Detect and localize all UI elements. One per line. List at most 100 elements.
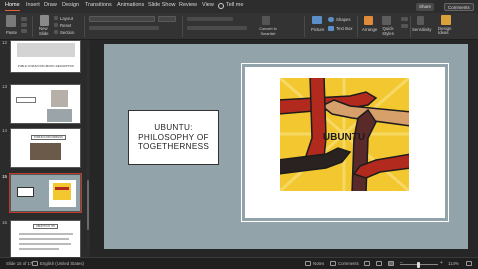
- thumbnail-photo: [51, 90, 68, 107]
- copy-icon[interactable]: [21, 23, 27, 27]
- thumbnail-text: FORUM FOR FINDINGS: [31, 135, 66, 140]
- quick-styles-icon[interactable]: [382, 16, 391, 25]
- font-name-field[interactable]: [89, 16, 155, 22]
- thumbnail-number: 16: [2, 220, 8, 225]
- font-size-field[interactable]: [158, 16, 176, 22]
- thumbnail-picture: [53, 183, 71, 200]
- ribbon-separator: [410, 16, 411, 37]
- ribbon-separator: [32, 16, 33, 37]
- sensitivity-icon[interactable]: [417, 16, 424, 25]
- design-ideas-label[interactable]: Design Ideas: [438, 26, 454, 36]
- comments-button[interactable]: Comments: [444, 3, 474, 11]
- convert-smartart-label[interactable]: Convert to SmartArt: [255, 27, 281, 36]
- thumbnail-text-line: [19, 248, 59, 250]
- tab-transitions[interactable]: Transitions: [85, 2, 112, 8]
- slide-thumbnail-12[interactable]: PUBLIC FORUM FOR UBUNTU DESCRIPTION: [10, 40, 81, 73]
- thumbnail-picture: [55, 187, 69, 190]
- tab-insert[interactable]: Insert: [26, 2, 40, 8]
- cut-icon[interactable]: [21, 17, 27, 21]
- slide-thumbnail-16[interactable]: UBUNTU IN ITS: [10, 220, 81, 257]
- thumbnail-title-box: [17, 187, 34, 197]
- zoom-slider-knob[interactable]: [417, 261, 420, 268]
- slide-title-box[interactable]: UBUNTU: PHILOSOPHY OF TOGETHERNESS: [128, 110, 219, 165]
- slide-thumbnail-14[interactable]: FORUM FOR FINDINGS: [10, 128, 81, 168]
- share-button[interactable]: Share: [416, 3, 435, 11]
- ribbon-separator: [182, 16, 183, 37]
- picture-label[interactable]: Picture: [311, 27, 324, 32]
- thumbnail-photo: [30, 143, 61, 160]
- section-label[interactable]: Section: [60, 30, 74, 35]
- image-text-ubuntu: UBUNTU: [323, 132, 365, 143]
- format-painter-icon[interactable]: [21, 29, 27, 33]
- list-buttons[interactable]: [187, 17, 233, 21]
- fit-to-window-icon[interactable]: [466, 261, 472, 266]
- thumbnail-number: 13: [2, 84, 8, 89]
- new-slide-icon[interactable]: [40, 15, 49, 26]
- language-indicator[interactable]: English (United States): [40, 261, 84, 266]
- tell-me-search[interactable]: Tell me: [226, 2, 243, 8]
- layout-label[interactable]: Layout: [60, 16, 73, 21]
- text-box-icon[interactable]: [328, 26, 334, 31]
- thumbnail-text-line: [19, 243, 71, 245]
- shapes-icon[interactable]: [328, 17, 334, 22]
- status-bar: Slide 15 of 17 English (United States) N…: [0, 257, 478, 269]
- tab-slide-show[interactable]: Slide Show: [148, 2, 176, 8]
- spelling-icon[interactable]: [32, 261, 38, 266]
- arrange-label[interactable]: Arrange: [362, 27, 377, 32]
- picture-icon[interactable]: [312, 16, 322, 24]
- thumbnail-text-line: [19, 233, 73, 235]
- slide-title: UBUNTU: PHILOSOPHY OF TOGETHERNESS: [137, 123, 210, 152]
- arrange-icon[interactable]: [364, 16, 373, 25]
- thumbnail-textbox: [16, 97, 36, 103]
- tab-review[interactable]: Review: [179, 2, 197, 8]
- new-slide-label: New Slide: [39, 26, 49, 36]
- slide-sorter-icon[interactable]: [376, 261, 382, 266]
- paste-icon[interactable]: [6, 15, 16, 27]
- thumbnail-number: 12: [2, 40, 8, 45]
- tab-animations[interactable]: Animations: [117, 2, 144, 8]
- thumbnail-text: UBUNTU IN ITS: [33, 224, 58, 229]
- shape-outline-icon[interactable]: [401, 24, 408, 28]
- reading-view-icon[interactable]: [388, 261, 394, 266]
- tab-design[interactable]: Design: [62, 2, 79, 8]
- shape-fill-icon[interactable]: [401, 17, 408, 21]
- thumbnail-number: 14: [2, 128, 8, 133]
- slide-thumbnail-13[interactable]: [10, 84, 81, 124]
- comments-icon[interactable]: [330, 261, 336, 266]
- tab-home[interactable]: Home: [5, 2, 20, 11]
- notes-icon[interactable]: [305, 261, 311, 266]
- text-box-label[interactable]: Text Box: [336, 26, 352, 31]
- font-format-buttons[interactable]: [89, 26, 159, 30]
- sensitivity-label[interactable]: Sensitivity: [412, 27, 431, 32]
- thumbnail-number: 15: [2, 174, 8, 179]
- thumbnail-image: [17, 43, 75, 57]
- tab-view[interactable]: View: [202, 2, 214, 8]
- reset-icon[interactable]: [54, 23, 58, 27]
- zoom-level[interactable]: 114%: [448, 261, 459, 266]
- thumbnail-text-line: [19, 238, 69, 240]
- ribbon-tab-bar: Home Insert Draw Design Transitions Anim…: [0, 0, 478, 13]
- slide-thumbnail-15[interactable]: [9, 173, 82, 213]
- slide-counter: Slide 15 of 17: [6, 261, 33, 266]
- thumbnail-photo: [47, 109, 72, 122]
- shapes-label[interactable]: Shapes: [336, 17, 351, 22]
- ribbon-separator: [304, 16, 305, 37]
- section-icon[interactable]: [54, 30, 58, 34]
- notes-button[interactable]: Notes: [313, 261, 324, 266]
- reset-label[interactable]: Reset: [60, 23, 71, 28]
- alignment-buttons[interactable]: [187, 26, 247, 30]
- thumbnail-scrollbar[interactable]: [87, 180, 89, 230]
- ribbon-separator: [357, 16, 358, 37]
- smartart-icon[interactable]: [262, 16, 270, 25]
- ubuntu-hands-image[interactable]: UBUNTU: [280, 78, 409, 191]
- tab-draw[interactable]: Draw: [44, 2, 57, 8]
- quick-styles-label[interactable]: Quick Styles: [379, 26, 397, 36]
- comments-pane-button[interactable]: Comments: [338, 261, 359, 266]
- layout-icon[interactable]: [54, 16, 58, 20]
- zoom-in-icon[interactable]: +: [440, 260, 444, 266]
- design-ideas-icon[interactable]: [441, 15, 451, 25]
- slide-thumbnail-panel: 12 PUBLIC FORUM FOR UBUNTU DESCRIPTION 1…: [0, 40, 90, 257]
- ribbon-separator: [84, 16, 85, 37]
- thumbnail-text: PUBLIC FORUM FOR UBUNTU DESCRIPTION: [18, 65, 74, 68]
- normal-view-icon[interactable]: [364, 261, 370, 266]
